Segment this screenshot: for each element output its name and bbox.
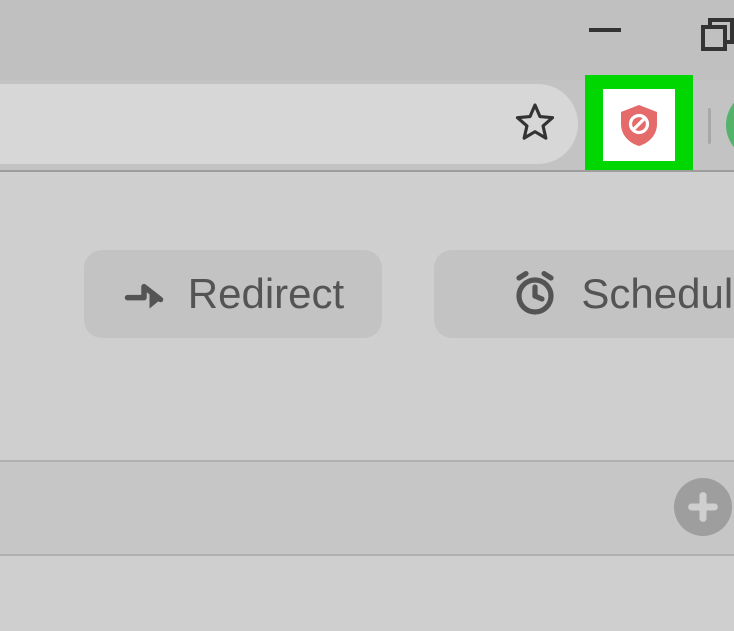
redirect-button[interactable]: Redirect [84, 250, 382, 338]
extension-highlight [585, 75, 693, 175]
plus-icon [686, 490, 720, 524]
address-bar[interactable] [0, 84, 578, 164]
add-fab-button[interactable] [674, 478, 732, 536]
browser-toolbar [0, 80, 734, 172]
minimize-icon [585, 18, 625, 46]
profile-avatar[interactable] [726, 90, 734, 160]
redirect-icon [122, 272, 166, 316]
toolbar-divider [708, 108, 711, 144]
blocksite-extension-button[interactable] [603, 89, 675, 161]
content-band [0, 460, 734, 556]
maximize-icon [700, 18, 734, 54]
schedule-button[interactable]: Schedule [434, 250, 734, 338]
shield-block-icon [615, 101, 663, 149]
page-content: Redirect Schedule [0, 172, 734, 631]
window-minimize-button[interactable] [585, 18, 625, 46]
bookmark-star-button[interactable] [514, 101, 556, 148]
redirect-label: Redirect [188, 273, 344, 315]
window-maximize-button[interactable] [700, 18, 734, 54]
alarm-clock-icon [511, 270, 559, 318]
star-icon [514, 101, 556, 143]
window-titlebar [0, 0, 734, 80]
schedule-label: Schedule [581, 273, 734, 315]
